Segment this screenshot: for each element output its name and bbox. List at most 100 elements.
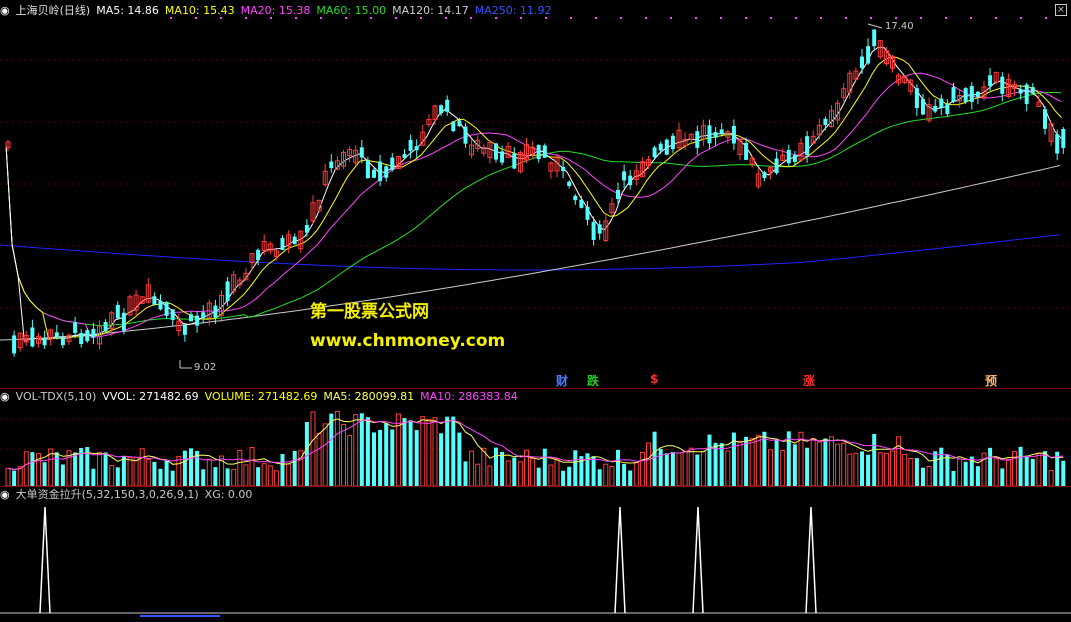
signal-yu: 预 — [985, 374, 998, 388]
stock-name[interactable]: 上海贝岭(日线) — [16, 4, 91, 17]
dropdown-icon[interactable]: ◉ — [0, 4, 10, 17]
candle-body — [1000, 76, 1005, 94]
volume-bar — [554, 458, 560, 487]
ma60-value: MA60: 15.00 — [316, 4, 387, 17]
candle-body — [103, 322, 108, 332]
indicator-chart[interactable] — [0, 487, 1071, 618]
candle-body — [91, 328, 96, 338]
candle-body — [201, 312, 206, 319]
volume-bar — [420, 416, 426, 487]
volume-bar — [567, 466, 572, 486]
price-panel[interactable] — [0, 0, 1071, 388]
volume-bar — [1005, 458, 1011, 487]
volume-bar — [426, 418, 432, 487]
ma250-value: MA250: 11.92 — [474, 4, 552, 17]
volume-bar — [1018, 446, 1023, 486]
candle-body — [1055, 134, 1060, 154]
dropdown-icon[interactable]: ◉ — [0, 390, 10, 403]
volume-bar — [249, 446, 255, 487]
candle-body — [121, 312, 126, 331]
volume-bar — [1048, 470, 1054, 487]
volume-bar — [408, 420, 413, 486]
volume-bar — [457, 432, 462, 486]
volume-bar — [737, 440, 743, 487]
volume-bar — [1043, 451, 1047, 486]
volume-bar — [963, 461, 968, 486]
candle-body — [402, 154, 407, 159]
volume-bar — [189, 448, 193, 486]
volume-bar — [206, 458, 212, 487]
high-price-label: 17.40 — [885, 21, 914, 32]
candle-body — [42, 338, 47, 346]
signal-dot — [970, 17, 972, 19]
candle-body — [658, 143, 663, 151]
ma20-value: MA20: 15.38 — [240, 4, 311, 17]
volume-bar — [505, 460, 511, 487]
indicator-name[interactable]: 大单资金拉升(5,32,150,3,0,26,9,1) — [16, 488, 199, 501]
volume-bar — [780, 449, 786, 487]
price-chart[interactable] — [0, 0, 1071, 388]
volume-bar — [60, 464, 65, 486]
candle-body — [384, 166, 389, 178]
volume-bar — [91, 468, 96, 486]
candle-body — [225, 281, 230, 301]
volume-bar — [993, 458, 999, 487]
volume-bar — [805, 447, 810, 486]
signal-dot — [920, 17, 922, 19]
volume-bar — [1061, 460, 1066, 486]
candle-body — [939, 98, 944, 108]
watermark-url: www.chnmoney.com — [310, 331, 506, 351]
vol-indicator-name[interactable]: VOL-TDX(5,10) — [16, 390, 97, 403]
ma120-value: MA120: 14.17 — [392, 4, 469, 17]
volume-bar — [237, 449, 243, 487]
volume-bar — [933, 451, 938, 486]
volume-bar — [445, 416, 450, 486]
volume-bar — [365, 417, 370, 486]
candle-body — [292, 236, 297, 245]
volume-bar — [945, 454, 950, 486]
volume-bar — [512, 457, 517, 486]
volume-bar — [469, 450, 475, 487]
volume-bar — [597, 469, 602, 486]
volume-bar — [921, 467, 925, 486]
volume-bar — [439, 433, 444, 486]
signal-spike — [39, 506, 51, 614]
candle-body — [170, 309, 175, 320]
volume-bar — [164, 460, 169, 486]
volume-bar — [145, 458, 151, 487]
vol-ma10-value: MA10: 286383.84 — [420, 390, 518, 403]
candle-body — [628, 175, 633, 186]
signal-dot — [670, 17, 672, 19]
volume-bar — [762, 431, 767, 486]
volume-bar — [201, 469, 206, 486]
volume-bar — [316, 432, 322, 487]
candle-body — [567, 181, 572, 187]
volume-bar — [939, 447, 944, 486]
candle-body — [945, 103, 950, 115]
candle-body — [860, 56, 864, 69]
volume-bar — [866, 454, 871, 486]
volume-bar — [261, 463, 267, 487]
signal-zhang: 涨 — [803, 374, 816, 388]
candle-body — [365, 160, 370, 179]
candle-body — [1061, 128, 1066, 148]
candle-body — [969, 86, 974, 102]
volume-bar — [616, 449, 620, 486]
volume-bar — [622, 464, 627, 486]
close-icon[interactable]: × — [1055, 4, 1067, 16]
volume-bar — [823, 438, 828, 486]
candle-body — [359, 147, 364, 158]
candle-body — [579, 199, 584, 208]
ma20-line — [5, 72, 1062, 339]
volume-bar — [17, 466, 23, 487]
candle-body — [182, 325, 187, 335]
volume-bar — [341, 423, 346, 487]
candle-body — [79, 333, 84, 345]
indicator-panel[interactable] — [0, 487, 1071, 618]
candle-body — [951, 87, 956, 102]
volume-bar — [755, 434, 761, 487]
signal-dot — [795, 17, 797, 19]
signal-dot — [870, 17, 872, 19]
dropdown-icon[interactable]: ◉ — [0, 488, 10, 501]
volume-bar — [372, 432, 376, 486]
